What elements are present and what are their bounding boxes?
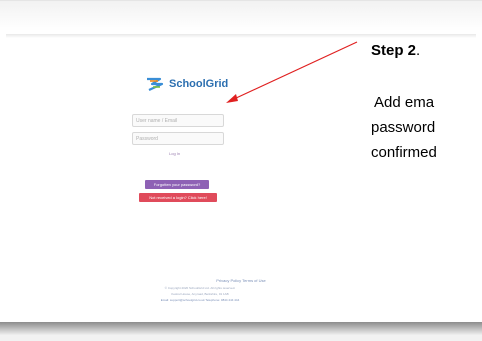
step-label: Step 2: [371, 42, 417, 59]
step-heading: Step 2.: [371, 42, 420, 59]
instruction-line-2: password: [371, 119, 436, 136]
instruction-line-3: confirmed: [371, 144, 437, 161]
step-period: .: [416, 42, 421, 59]
instruction-line-1: Add ema: [374, 94, 435, 111]
